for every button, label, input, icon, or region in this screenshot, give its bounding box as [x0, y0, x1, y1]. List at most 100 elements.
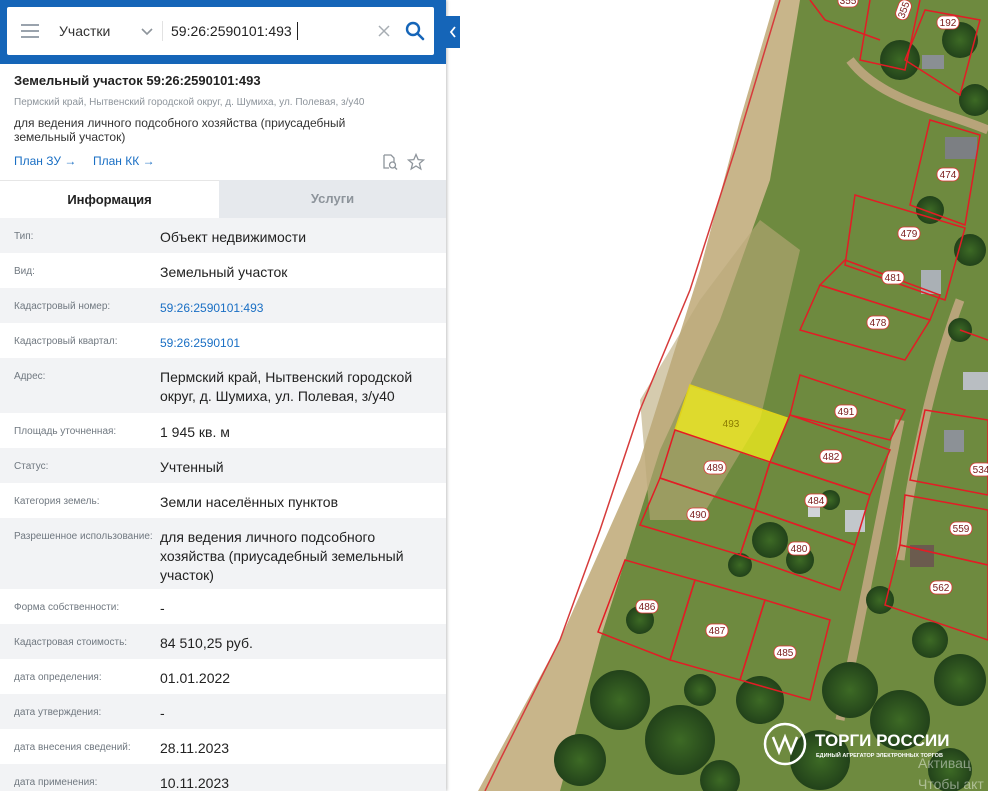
layer-select[interactable]: Участки [59, 7, 110, 55]
activation-line-1: Активац [918, 755, 971, 771]
svg-text:562: 562 [933, 583, 950, 594]
info-key: Тип: [14, 231, 34, 242]
info-row-permitted-use: Разрешенное использование: для ведения ли… [0, 518, 446, 589]
info-key: Кадастровый квартал: [14, 336, 118, 347]
label-355a: 355 [837, 0, 859, 8]
info-value: - [160, 600, 165, 616]
label-485: 485 [773, 645, 797, 660]
label-491: 491 [834, 404, 858, 419]
star-icon[interactable] [407, 153, 425, 171]
chevron-left-icon[interactable] [446, 16, 460, 48]
info-key: Адрес: [14, 371, 46, 382]
label-534: 534 [969, 462, 988, 477]
info-row-land-category: Категория земель: Земли населённых пункто… [0, 483, 446, 518]
search-icon[interactable] [404, 20, 426, 42]
text-caret [297, 22, 298, 40]
tab-information[interactable]: Информация [0, 180, 219, 218]
info-value: - [160, 705, 165, 721]
info-key: дата внесения сведений: [14, 742, 131, 753]
svg-text:480: 480 [791, 544, 808, 555]
svg-text:479: 479 [901, 229, 918, 240]
info-row-type: Тип: Объект недвижимости [0, 218, 446, 253]
svg-text:487: 487 [709, 626, 726, 637]
info-row-cadastral-quarter: Кадастровый квартал: 59:26:2590101 [0, 323, 446, 358]
info-key: дата утверждения: [14, 707, 102, 718]
info-key: Форма собственности: [14, 602, 120, 613]
label-487: 487 [705, 623, 729, 638]
svg-text:478: 478 [870, 318, 887, 329]
parcel-address: Пермский край, Нытвенский городской окру… [14, 97, 365, 108]
info-row-date-entered: дата внесения сведений: 28.11.2023 [0, 729, 446, 764]
svg-text:481: 481 [885, 273, 902, 284]
cadastral-quarter-link[interactable]: 59:26:2590101 [160, 334, 440, 353]
cadastral-number-link[interactable]: 59:26:2590101:493 [160, 299, 440, 318]
label-474: 474 [936, 167, 960, 182]
info-key: Категория земель: [14, 496, 100, 507]
svg-text:486: 486 [639, 602, 656, 613]
search-input[interactable] [171, 19, 371, 43]
info-value: для ведения личного подсобного хозяйства… [160, 529, 404, 583]
info-value: Земли населённых пунктов [160, 494, 339, 510]
activation-line-2: Чтобы акт [918, 776, 984, 791]
label-486: 486 [635, 599, 659, 614]
label-559: 559 [949, 521, 973, 536]
info-row-address: Адрес: Пермский край, Нытвенский городско… [0, 358, 446, 413]
label-192: 192 [936, 15, 960, 30]
info-row-area: Площадь уточненная: 1 945 кв. м [0, 413, 446, 448]
plan-kk-link[interactable]: План КК → [93, 154, 155, 168]
info-key: дата применения: [14, 777, 98, 788]
label-480: 480 [787, 541, 811, 556]
label-479: 479 [897, 226, 921, 241]
info-key: Кадастровая стоимость: [14, 637, 128, 648]
search-divider [162, 21, 163, 41]
info-key: Статус: [14, 461, 49, 472]
label-490: 490 [686, 507, 710, 522]
label-481: 481 [881, 270, 905, 285]
info-row-date-determined: дата определения: 01.01.2022 [0, 659, 446, 694]
svg-text:482: 482 [823, 452, 840, 463]
close-icon[interactable] [376, 23, 392, 39]
label-562: 562 [929, 580, 953, 595]
menu-icon[interactable] [21, 24, 39, 38]
info-key: Вид: [14, 266, 35, 277]
info-row-ownership: Форма собственности: - [0, 589, 446, 624]
label-484: 484 [804, 493, 828, 508]
info-value: 84 510,25 руб. [160, 635, 253, 651]
chevron-down-icon[interactable] [139, 23, 155, 39]
svg-text:490: 490 [690, 510, 707, 521]
parcel-title: Земельный участок 59:26:2590101:493 [14, 73, 261, 88]
info-value: Пермский край, Нытвенский городской окру… [160, 369, 413, 404]
info-value: 01.01.2022 [160, 670, 231, 686]
svg-text:534: 534 [973, 465, 988, 476]
info-key: дата определения: [14, 672, 102, 683]
tab-services[interactable]: Услуги [219, 180, 446, 218]
document-search-icon[interactable] [381, 153, 399, 171]
info-key: Площадь уточненная: [14, 426, 117, 437]
svg-text:474: 474 [940, 170, 957, 181]
search-box: Участки [7, 7, 434, 55]
svg-text:192: 192 [940, 18, 957, 29]
info-key: Кадастровый номер: [14, 301, 111, 312]
svg-text:491: 491 [838, 407, 855, 418]
tab-bar: Информация Услуги [0, 180, 446, 218]
info-value: 10.11.2023 [160, 775, 230, 791]
info-row-status: Статус: Учтенный [0, 448, 446, 483]
watermark-brand: ТОРГИ РОССИИ [815, 731, 949, 750]
svg-text:484: 484 [808, 496, 825, 507]
svg-text:559: 559 [953, 524, 970, 535]
plan-zu-link[interactable]: План ЗУ → [14, 154, 76, 168]
label-478: 478 [866, 315, 890, 330]
info-row-date-approved: дата утверждения: - [0, 694, 446, 729]
info-key: Разрешенное использование: [14, 531, 153, 542]
info-row-cadastral-number: Кадастровый номер: 59:26:2590101:493 [0, 288, 446, 323]
label-493: 493 [723, 419, 740, 430]
info-value: 1 945 кв. м [160, 424, 230, 440]
info-row-kind: Вид: Земельный участок [0, 253, 446, 288]
info-table: Тип: Объект недвижимости Вид: Земельный уч… [0, 218, 446, 791]
info-value: 28.11.2023 [160, 740, 230, 756]
info-row-cadastral-value: Кадастровая стоимость: 84 510,25 руб. [0, 624, 446, 659]
label-482: 482 [819, 449, 843, 464]
info-row-date-applied: дата применения: 10.11.2023 [0, 764, 446, 791]
svg-text:485: 485 [777, 648, 794, 659]
info-value: Учтенный [160, 459, 224, 475]
